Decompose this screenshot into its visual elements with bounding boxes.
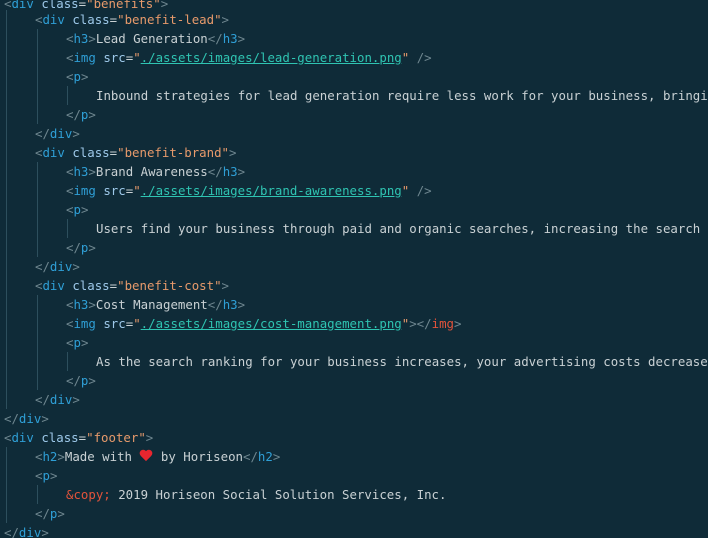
code-line: <img src="./assets/images/brand-awarenes… <box>0 181 708 200</box>
heading-text: Lead Generation <box>95 31 208 46</box>
image-path-link[interactable]: ./assets/images/brand-awareness.png <box>141 183 402 198</box>
code-line: </div> <box>0 257 708 276</box>
code-line: <div class="benefit-lead"> <box>0 10 708 29</box>
code-line: <div class="footer"> <box>4 430 154 445</box>
heading-text: Brand Awareness <box>95 164 208 179</box>
image-path-link[interactable]: ./assets/images/lead-generation.png <box>141 50 402 65</box>
paragraph-text: As the search ranking for your business … <box>96 354 708 369</box>
heading-text: Cost Management <box>95 297 208 312</box>
code-line: </div> <box>4 411 49 426</box>
paragraph-text: Inbound strategies for lead generation r… <box>96 88 708 103</box>
code-line: </div> <box>0 390 708 409</box>
html-entity: &copy; <box>66 487 111 502</box>
heart-emoji-icon <box>139 450 153 462</box>
image-path-link[interactable]: ./assets/images/cost-management.png <box>141 316 402 331</box>
code-line: <p> <box>0 200 708 219</box>
code-line: <p> <box>0 333 708 352</box>
code-editor[interactable]: <div class="benefits"> <div class="benef… <box>0 0 708 538</box>
code-line: </div> <box>4 525 49 538</box>
code-line: <h3>Lead Generation</h3> <box>0 29 708 48</box>
code-line: <div class="benefit-cost"> <box>0 276 708 295</box>
code-line: <p> <box>0 466 708 485</box>
code-line: <p> <box>0 67 708 86</box>
code-line: &copy; 2019 Horiseon Social Solution Ser… <box>0 485 708 504</box>
code-line: </p> <box>0 105 708 124</box>
code-line: As the search ranking for your business … <box>0 352 708 371</box>
paragraph-text: Users find your business through paid an… <box>96 221 701 236</box>
code-line: <div class="benefit-brand"> <box>0 143 708 162</box>
code-line: <h3>Brand Awareness</h3> <box>0 162 708 181</box>
code-line: </p> <box>0 371 708 390</box>
code-line: <img src="./assets/images/cost-managemen… <box>0 314 708 333</box>
code-line: </p> <box>0 504 708 523</box>
code-line: </div> <box>0 124 708 143</box>
code-line: <h3>Cost Management</h3> <box>0 295 708 314</box>
code-line: </p> <box>0 238 708 257</box>
code-line: Users find your business through paid an… <box>0 219 708 238</box>
code-line: <h2>Made with by Horiseon</h2> <box>0 447 708 466</box>
code-line: Inbound strategies for lead generation r… <box>0 86 708 105</box>
code-line: <img src="./assets/images/lead-generatio… <box>0 48 708 67</box>
